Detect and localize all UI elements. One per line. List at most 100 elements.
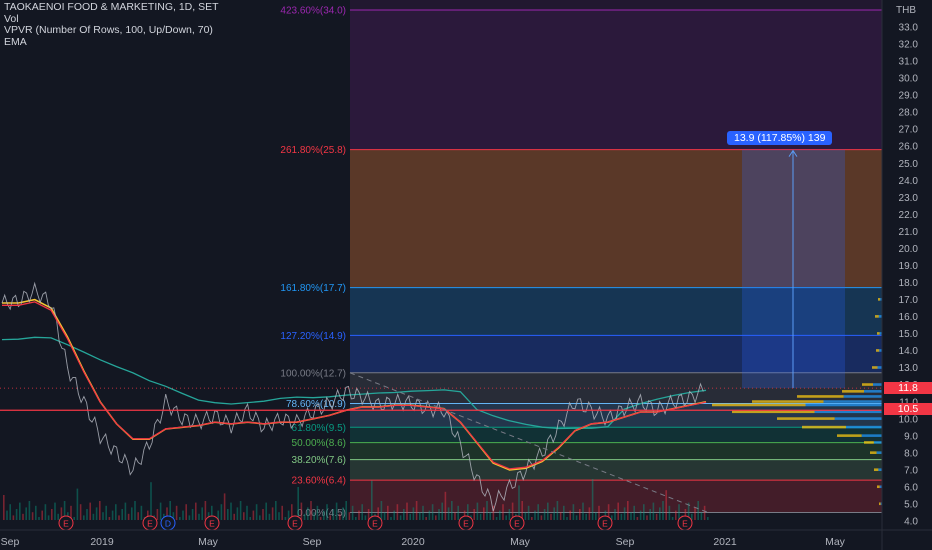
volume-bar (431, 504, 434, 520)
volume-bar (659, 507, 661, 520)
vpvr-bar-down (861, 434, 882, 437)
price-tick-label: 32.0 (899, 40, 919, 51)
vpvr-bar-up (864, 441, 874, 444)
volume-bar (428, 510, 431, 520)
volume-bar (342, 507, 344, 520)
volume-bar (297, 487, 299, 520)
volume-bar (422, 505, 424, 520)
fib-label: 100.00%(12.7) (280, 368, 346, 379)
volume-bar (371, 480, 373, 520)
volume-bar (489, 512, 491, 520)
volume-bar (332, 509, 335, 520)
volume-bar (655, 513, 658, 520)
fib-label: 78.60%(10.9) (286, 399, 346, 410)
price-tick-label: 18.0 (899, 278, 919, 289)
price-tick-label: 15.0 (899, 329, 919, 340)
currency-label[interactable]: THB (896, 5, 916, 16)
volume-bar (639, 510, 642, 520)
volume-bar (278, 512, 280, 520)
price-tick-label: 13.0 (899, 363, 919, 374)
volume-bar (303, 513, 306, 520)
time-axis-label: Sep (1, 536, 20, 548)
price-tick-label: 23.0 (899, 193, 919, 204)
volume-bar (259, 515, 261, 520)
volume-bar (239, 501, 242, 520)
vpvr-bar-up (837, 434, 862, 437)
fib-label: 38.20%(7.6) (292, 455, 346, 466)
vpvr-bar-down (876, 451, 882, 454)
price-tick-label: 7.0 (904, 465, 918, 476)
volume-bar (630, 512, 632, 520)
vpvr-bar-down (846, 425, 882, 429)
volume-bar (479, 513, 482, 520)
volume-bar (700, 512, 703, 520)
price-tick-label: 31.0 (899, 57, 919, 68)
volume-bar (79, 504, 82, 520)
fib-label: 261.80%(25.8) (280, 145, 346, 156)
vpvr-bar-up (862, 383, 873, 386)
volume-bar (108, 517, 111, 520)
symbol-title[interactable]: TAOKAENOI FOOD & MARKETING, 1D, SET (4, 1, 219, 14)
vpvr-bar-down (873, 383, 882, 386)
volume-bar (383, 512, 386, 520)
price-chart[interactable]: 0.00%(4.5)23.60%(6.4)38.20%(7.6)50.00%(8… (0, 0, 932, 550)
time-axis-label: 2020 (401, 536, 425, 548)
price-tick-label: 30.0 (899, 74, 919, 85)
vpvr-bar-down (843, 395, 882, 398)
measure-label[interactable]: 13.9 (117.85%) 139 (727, 131, 833, 145)
volume-bar (9, 504, 11, 520)
current-price-tag: 11.8 (884, 382, 932, 394)
volume-bar (697, 501, 699, 520)
volume-bar (620, 513, 623, 520)
fib-label: 50.00%(8.6) (292, 438, 346, 449)
volume-bar (316, 505, 319, 520)
vpvr-bar-up (752, 400, 824, 403)
volume-bar (265, 502, 267, 520)
volume-bar (310, 501, 312, 520)
indicator-ema[interactable]: EMA (4, 36, 219, 49)
volume-bar (255, 504, 258, 520)
volume-bar (137, 512, 139, 520)
price-tick-label: 22.0 (899, 210, 919, 221)
vpvr-bar-down (873, 441, 882, 444)
volume-bar (409, 513, 411, 520)
volume-bar (47, 515, 50, 520)
volume-bar (636, 517, 639, 520)
volume-bar (185, 504, 187, 520)
volume-bar (441, 502, 443, 520)
volume-bar (566, 517, 568, 520)
volume-bar (572, 504, 575, 520)
volume-bar (646, 515, 648, 520)
vpvr-bar-up (870, 451, 877, 454)
volume-bar (102, 512, 104, 520)
price-tick-label: 27.0 (899, 125, 919, 136)
volume-bar (300, 502, 303, 520)
price-tick-label: 28.0 (899, 108, 919, 119)
volume-bar (156, 509, 159, 520)
vpvr-bar-down (864, 390, 882, 393)
earnings-marker-label: E (602, 519, 608, 529)
volume-bar (393, 510, 395, 520)
volume-bar (124, 502, 127, 520)
price-tick-label: 5.0 (904, 499, 918, 510)
price-tick-label: 19.0 (899, 261, 919, 272)
volume-bar (198, 513, 200, 520)
vpvr-bar-up (797, 395, 844, 398)
vpvr-bar-up (872, 366, 878, 369)
vpvr-bar-up (842, 390, 864, 393)
indicator-vpvr[interactable]: VPVR (Number Of Rows, 100, Up/Down, 70) (4, 24, 219, 37)
volume-bar (76, 488, 79, 520)
volume-bar (335, 502, 338, 520)
volume-bar (223, 493, 226, 520)
price-tick-label: 33.0 (899, 23, 919, 34)
volume-bar (95, 507, 98, 520)
fib-zone (350, 427, 882, 443)
volume-bar (547, 502, 549, 520)
volume-bar (220, 504, 223, 520)
volume-bar (617, 502, 619, 520)
volume-bar (623, 507, 626, 520)
earnings-marker-label: E (372, 519, 378, 529)
volume-bar (118, 515, 120, 520)
earnings-marker-label: E (63, 519, 69, 529)
volume-bar (707, 517, 709, 520)
